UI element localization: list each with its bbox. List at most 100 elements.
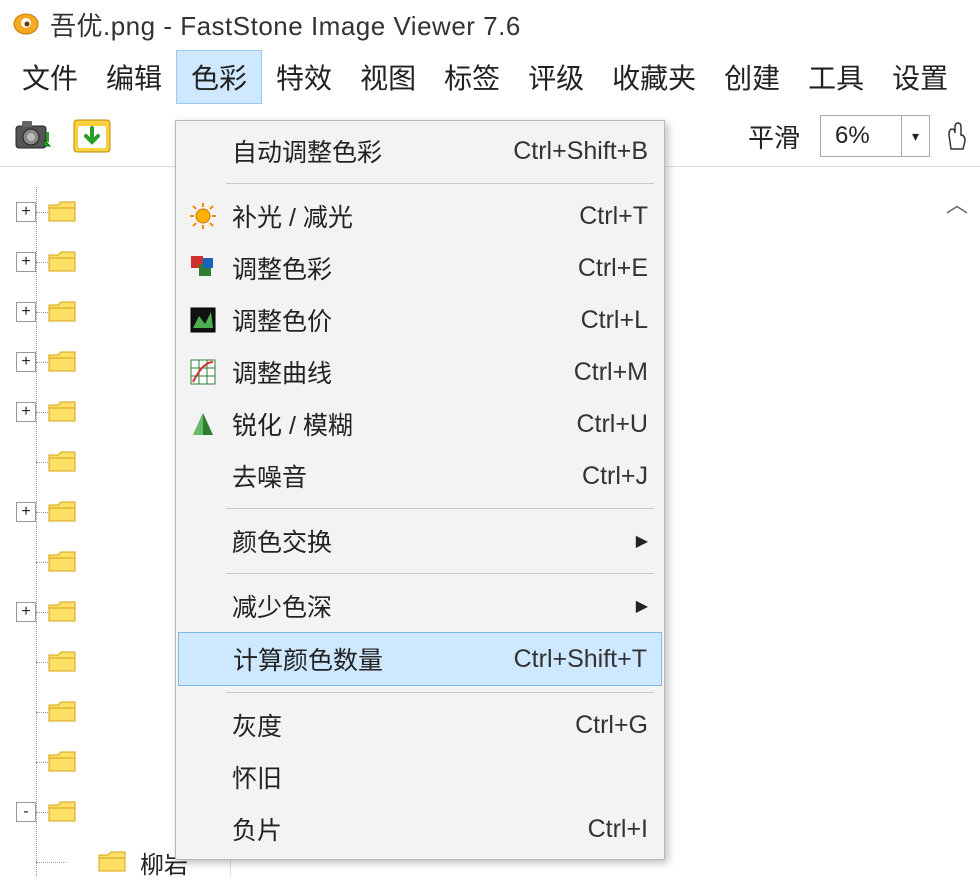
tree-spacer bbox=[16, 702, 36, 722]
menu-item[interactable]: 负片 Ctrl+I bbox=[178, 803, 662, 855]
menu-icon-spacer bbox=[189, 644, 219, 674]
folder-icon bbox=[48, 801, 76, 823]
menu-icon-spacer bbox=[188, 591, 218, 621]
menu-item[interactable]: 灰度 Ctrl+G bbox=[178, 699, 662, 751]
menu-icon-spacer bbox=[188, 762, 218, 792]
tree-spacer bbox=[16, 552, 36, 572]
menu-bar: 文件编辑色彩特效视图标签评级收藏夹创建工具设置 bbox=[0, 48, 980, 106]
menu-item-label: 去噪音 bbox=[232, 458, 307, 494]
submenu-arrow-icon: ▶ bbox=[636, 596, 648, 616]
menu-item-label: 怀旧 bbox=[232, 759, 282, 795]
tree-spacer bbox=[16, 652, 36, 672]
collapse-icon[interactable]: - bbox=[16, 802, 36, 822]
menu-icon-spacer bbox=[188, 136, 218, 166]
folder-icon bbox=[48, 751, 76, 773]
menu-item[interactable]: 减少色深 ▶ bbox=[178, 580, 662, 632]
title-filename: 吾优.png bbox=[50, 11, 156, 41]
app-icon bbox=[12, 10, 40, 38]
zoom-dropdown-button[interactable]: ▾ bbox=[901, 116, 929, 156]
menu-item-label: 自动调整色彩 bbox=[232, 133, 382, 169]
tree-spacer bbox=[16, 752, 36, 772]
menu-item[interactable]: 颜色交换 ▶ bbox=[178, 515, 662, 567]
download-folder-button[interactable] bbox=[70, 114, 114, 158]
menu-item-shortcut: Ctrl+U bbox=[576, 410, 648, 439]
folder-icon bbox=[48, 351, 76, 373]
folder-icon bbox=[48, 651, 76, 673]
menu-item-shortcut: Ctrl+T bbox=[579, 202, 648, 231]
expand-icon[interactable]: + bbox=[16, 502, 36, 522]
menu-separator bbox=[226, 508, 654, 509]
levels-icon bbox=[188, 305, 218, 335]
expand-icon[interactable]: + bbox=[16, 402, 36, 422]
menu-item-1[interactable]: 编辑 bbox=[92, 51, 176, 103]
folder-icon bbox=[48, 451, 76, 473]
hand-tool-icon[interactable] bbox=[944, 114, 968, 158]
menu-item-shortcut: Ctrl+Shift+B bbox=[513, 137, 648, 166]
zoom-combobox[interactable]: 6% ▾ bbox=[820, 115, 930, 157]
folder-icon bbox=[48, 601, 76, 623]
menu-item[interactable]: 怀旧 bbox=[178, 751, 662, 803]
title-app: FastStone Image Viewer 7.6 bbox=[180, 11, 521, 41]
menu-item[interactable]: 调整色彩Ctrl+E bbox=[178, 242, 662, 294]
menu-item[interactable]: 去噪音 Ctrl+J bbox=[178, 450, 662, 502]
menu-item-label: 负片 bbox=[232, 811, 282, 847]
zoom-value[interactable]: 6% bbox=[821, 116, 901, 156]
menu-item-3[interactable]: 特效 bbox=[262, 51, 346, 103]
menu-item-5[interactable]: 标签 bbox=[430, 51, 514, 103]
menu-separator bbox=[226, 573, 654, 574]
folder-icon bbox=[48, 701, 76, 723]
folder-icon bbox=[48, 201, 76, 223]
menu-item-label: 调整曲线 bbox=[232, 354, 332, 390]
menu-item-shortcut: Ctrl+L bbox=[581, 306, 648, 335]
window-title: 吾优.png - FastStone Image Viewer 7.6 bbox=[50, 6, 521, 43]
menu-item[interactable]: 调整曲线Ctrl+M bbox=[178, 346, 662, 398]
menu-item-4[interactable]: 视图 bbox=[346, 51, 430, 103]
camera-capture-button[interactable] bbox=[12, 114, 56, 158]
menu-item-shortcut: Ctrl+I bbox=[588, 815, 648, 844]
folder-icon bbox=[48, 551, 76, 573]
menu-item[interactable]: 锐化 / 模糊 Ctrl+U bbox=[178, 398, 662, 450]
expand-icon[interactable]: + bbox=[16, 252, 36, 272]
menu-item[interactable]: 调整色价 Ctrl+L bbox=[178, 294, 662, 346]
menu-item-label: 锐化 / 模糊 bbox=[232, 406, 353, 442]
menu-item-label: 补光 / 减光 bbox=[232, 198, 353, 234]
menu-item-shortcut: Ctrl+Shift+T bbox=[514, 645, 647, 674]
menu-separator bbox=[226, 183, 654, 184]
menu-item[interactable]: 自动调整色彩 Ctrl+Shift+B bbox=[178, 125, 662, 177]
menu-item-label: 减少色深 bbox=[232, 588, 332, 624]
folder-icon bbox=[48, 501, 76, 523]
menu-item-shortcut: Ctrl+E bbox=[578, 254, 648, 283]
menu-item-shortcut: Ctrl+J bbox=[582, 462, 648, 491]
rgb-icon bbox=[188, 253, 218, 283]
menu-icon-spacer bbox=[188, 814, 218, 844]
menu-item-label: 颜色交换 bbox=[232, 523, 332, 559]
scroll-up-icon[interactable]: ︿ bbox=[946, 187, 968, 219]
menu-item-8[interactable]: 创建 bbox=[710, 51, 794, 103]
expand-icon[interactable]: + bbox=[16, 302, 36, 322]
menu-item-10[interactable]: 设置 bbox=[878, 51, 962, 103]
menu-item-9[interactable]: 工具 bbox=[794, 51, 878, 103]
menu-item-0[interactable]: 文件 bbox=[8, 51, 92, 103]
smooth-label: 平滑 bbox=[742, 118, 806, 155]
expand-icon[interactable]: + bbox=[16, 352, 36, 372]
menu-item-label: 计算颜色数量 bbox=[233, 641, 383, 677]
submenu-arrow-icon: ▶ bbox=[636, 531, 648, 551]
menu-icon-spacer bbox=[188, 526, 218, 556]
menu-item-shortcut: Ctrl+G bbox=[575, 711, 648, 740]
menu-item-label: 调整色价 bbox=[232, 302, 332, 338]
tree-spacer bbox=[16, 452, 36, 472]
menu-item-7[interactable]: 收藏夹 bbox=[598, 51, 710, 103]
menu-item-6[interactable]: 评级 bbox=[514, 51, 598, 103]
menu-item[interactable]: 计算颜色数量 Ctrl+Shift+T bbox=[178, 632, 662, 686]
menu-separator bbox=[226, 692, 654, 693]
folder-icon bbox=[48, 401, 76, 423]
menu-icon-spacer bbox=[188, 461, 218, 491]
expand-icon[interactable]: + bbox=[16, 202, 36, 222]
menu-item-label: 灰度 bbox=[232, 707, 282, 743]
expand-icon[interactable]: + bbox=[16, 602, 36, 622]
menu-item-2[interactable]: 色彩 bbox=[176, 50, 262, 104]
menu-item[interactable]: 补光 / 减光 Ctrl+T bbox=[178, 190, 662, 242]
curves-icon bbox=[188, 357, 218, 387]
folder-icon bbox=[48, 301, 76, 323]
sun-icon bbox=[188, 201, 218, 231]
